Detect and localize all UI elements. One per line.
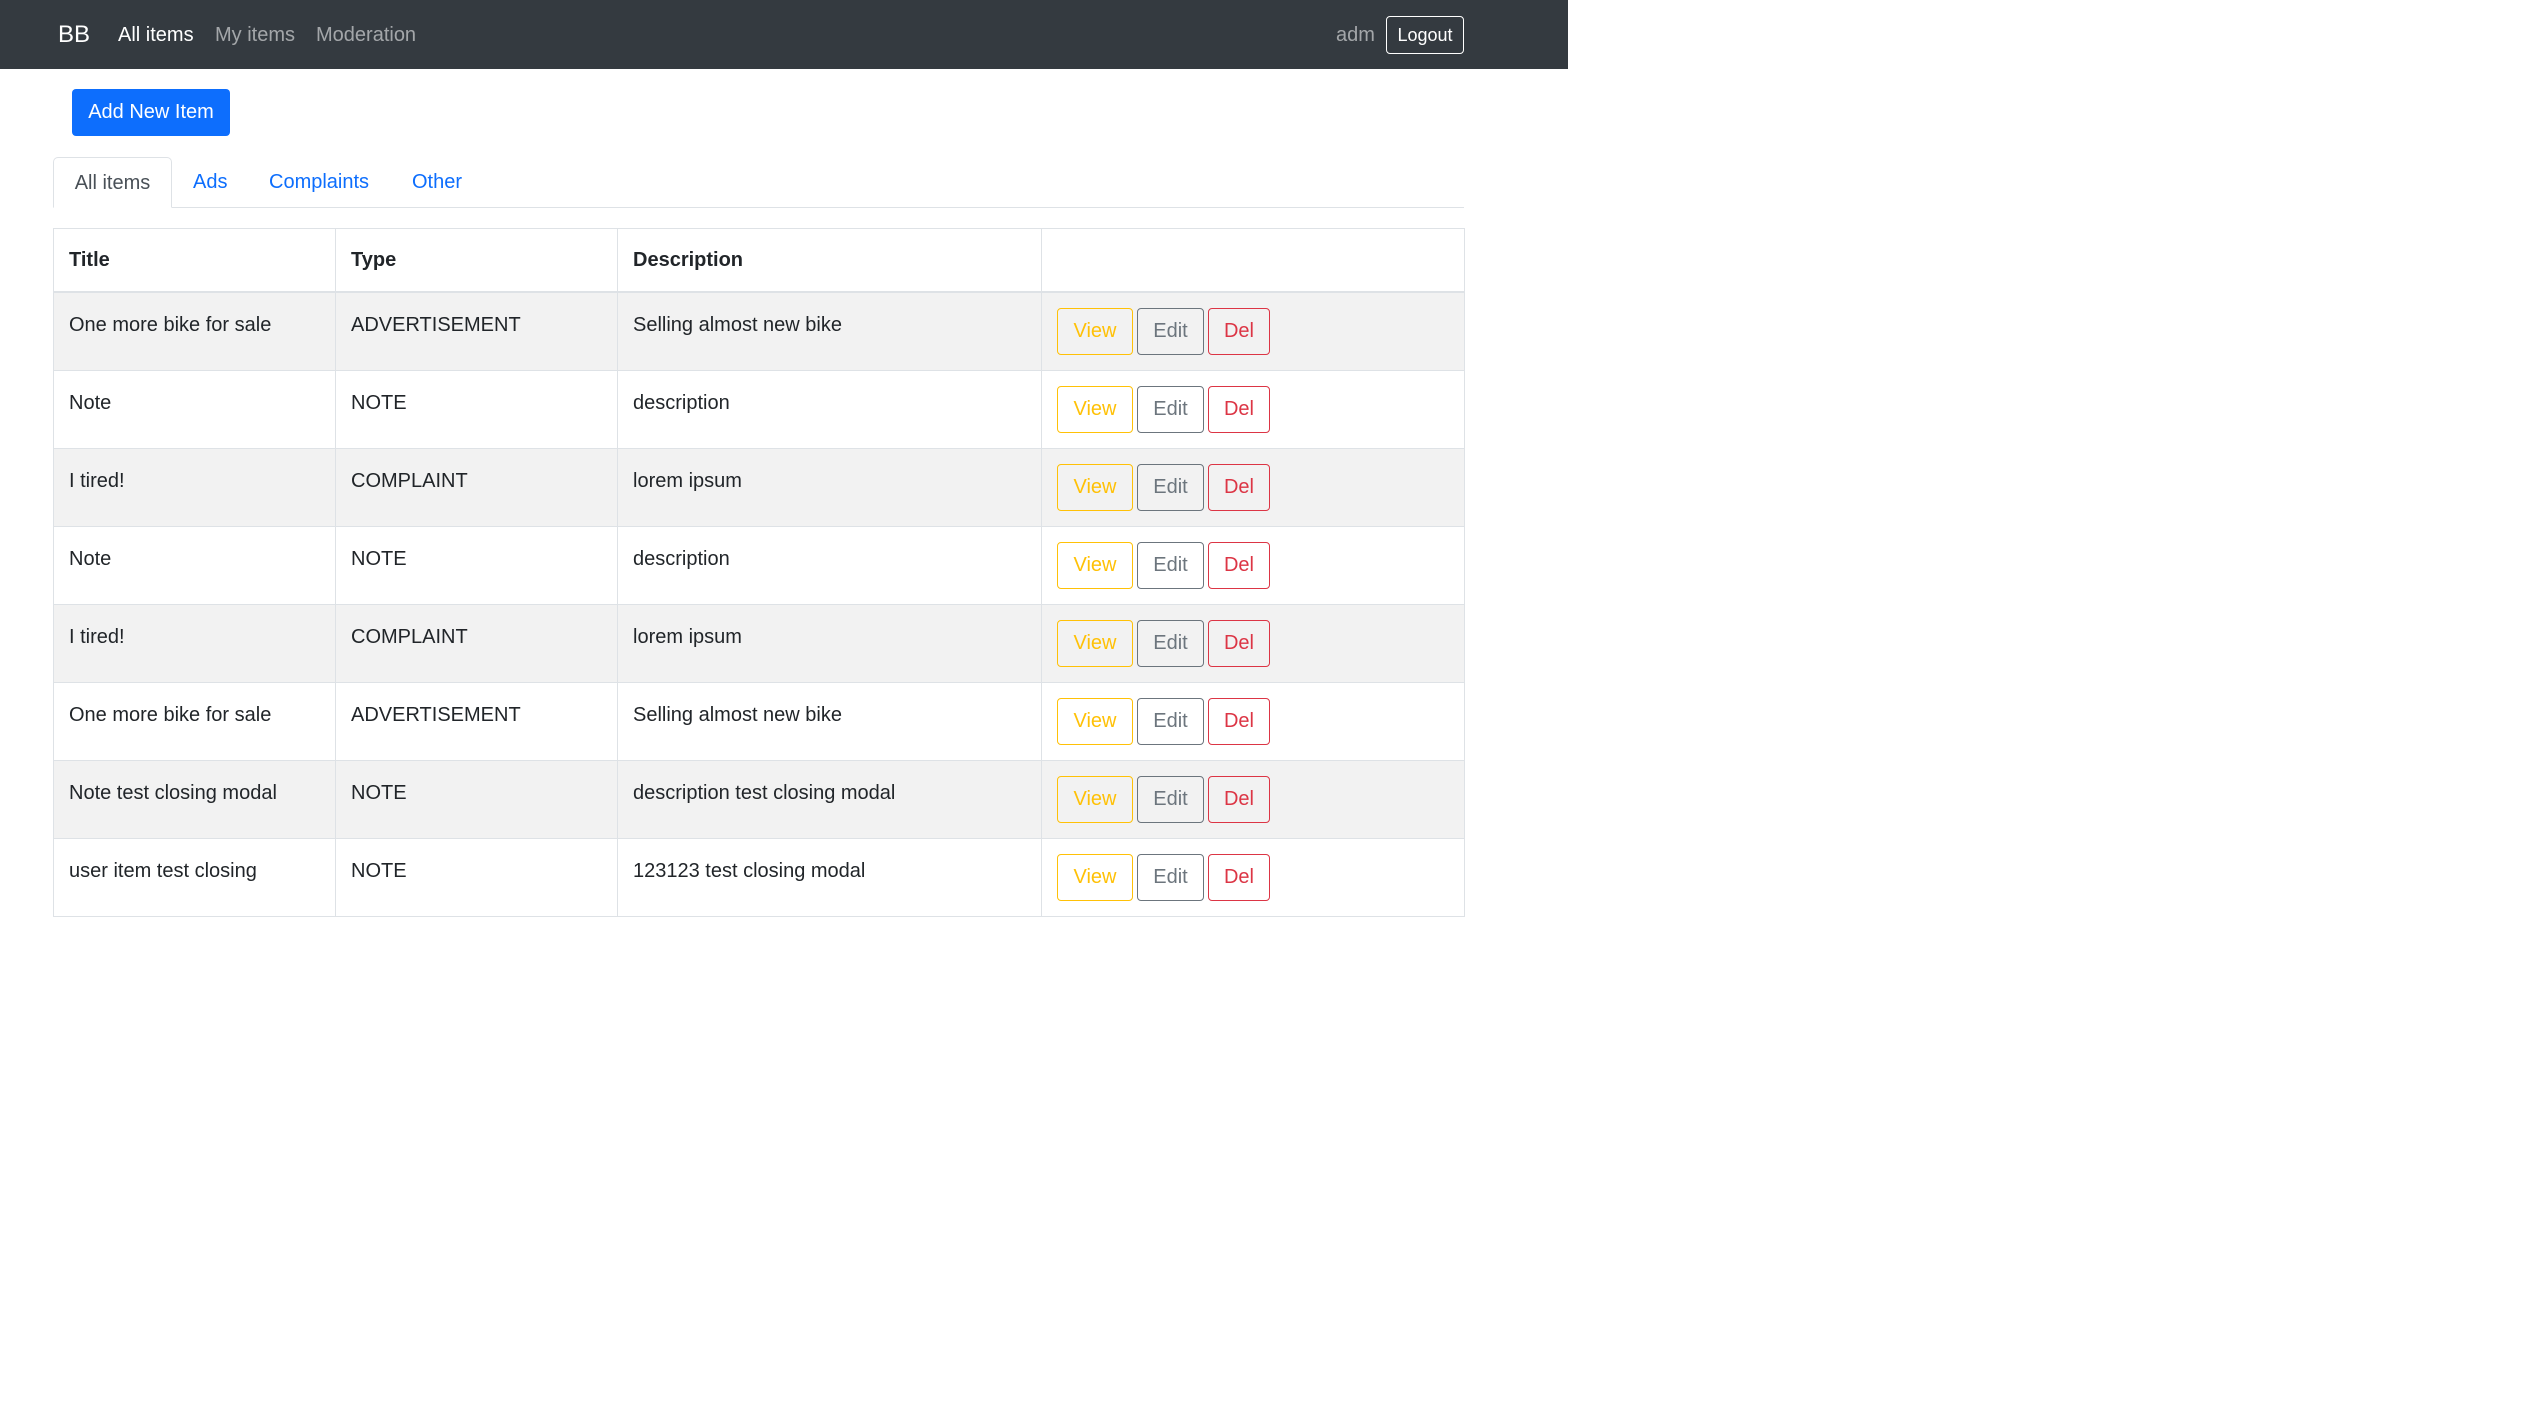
cell-type: NOTE bbox=[335, 759, 618, 839]
cell-actions: View Edit Del bbox=[1041, 369, 1465, 449]
cell-description: 123123 test closing modal bbox=[617, 837, 1042, 917]
cell-title: Note test closing modal bbox=[53, 759, 336, 839]
cell-title: user item test closing bbox=[53, 837, 336, 917]
cell-actions: View Edit Del bbox=[1041, 525, 1465, 605]
cell-actions: View Edit Del bbox=[1041, 681, 1465, 761]
view-button[interactable]: View bbox=[1057, 775, 1133, 823]
delete-button[interactable]: Del bbox=[1208, 463, 1270, 511]
table-row: I tired! COMPLAINT lorem ipsum View Edit Del bbox=[53, 447, 1465, 527]
column-header-type: Type bbox=[335, 228, 618, 293]
view-button[interactable]: View bbox=[1057, 541, 1133, 589]
tab-complaints[interactable]: Complaints bbox=[269, 157, 369, 207]
view-button[interactable]: View bbox=[1057, 385, 1133, 433]
table-row: user item test closing NOTE 123123 test cl… bbox=[53, 837, 1465, 917]
cell-description: description test closing modal bbox=[617, 759, 1042, 839]
table-row: One more bike for sale ADVERTISEMENT Selli… bbox=[53, 291, 1465, 371]
nav-link-all-items[interactable]: All items bbox=[118, 22, 194, 48]
table-row: One more bike for sale ADVERTISEMENT Selli… bbox=[53, 681, 1465, 761]
edit-button[interactable]: Edit bbox=[1137, 853, 1204, 901]
cell-actions: View Edit Del bbox=[1041, 447, 1465, 527]
items-table: Title Type Description One more bike for… bbox=[53, 228, 1465, 917]
tab-other[interactable]: Other bbox=[412, 157, 462, 207]
cell-title: I tired! bbox=[53, 603, 336, 683]
tab-ads[interactable]: Ads bbox=[193, 157, 227, 207]
tabs-divider bbox=[53, 207, 1464, 208]
table-header-row: Title Type Description bbox=[53, 228, 1465, 293]
cell-description: lorem ipsum bbox=[617, 603, 1042, 683]
cell-type: COMPLAINT bbox=[335, 447, 618, 527]
cell-actions: View Edit Del bbox=[1041, 291, 1465, 371]
add-new-item-button[interactable]: Add New Item bbox=[72, 89, 230, 136]
delete-button[interactable]: Del bbox=[1208, 775, 1270, 823]
edit-button[interactable]: Edit bbox=[1137, 619, 1204, 667]
view-button[interactable]: View bbox=[1057, 697, 1133, 745]
edit-button[interactable]: Edit bbox=[1137, 463, 1204, 511]
edit-button[interactable]: Edit bbox=[1137, 308, 1204, 355]
cell-type: ADVERTISEMENT bbox=[335, 291, 618, 371]
cell-title: One more bike for sale bbox=[53, 291, 336, 371]
delete-button[interactable]: Del bbox=[1208, 853, 1270, 901]
cell-title: I tired! bbox=[53, 447, 336, 527]
nav-link-moderation[interactable]: Moderation bbox=[316, 22, 416, 48]
view-button[interactable]: View bbox=[1057, 463, 1133, 511]
cell-title: Note bbox=[53, 525, 336, 605]
cell-type: NOTE bbox=[335, 369, 618, 449]
table-row: Note test closing modal NOTE description t… bbox=[53, 759, 1465, 839]
column-header-title: Title bbox=[53, 228, 336, 293]
cell-actions: View Edit Del bbox=[1041, 837, 1465, 917]
logout-button[interactable]: Logout bbox=[1386, 16, 1464, 54]
cell-description: lorem ipsum bbox=[617, 447, 1042, 527]
brand-logo[interactable]: BB bbox=[58, 19, 90, 51]
edit-button[interactable]: Edit bbox=[1137, 775, 1204, 823]
tab-all-items[interactable]: All items bbox=[53, 157, 172, 208]
cell-description: description bbox=[617, 369, 1042, 449]
cell-description: Selling almost new bike bbox=[617, 681, 1042, 761]
table-row: Note NOTE description View Edit Del bbox=[53, 525, 1465, 605]
edit-button[interactable]: Edit bbox=[1137, 385, 1204, 433]
delete-button[interactable]: Del bbox=[1208, 619, 1270, 667]
cell-type: NOTE bbox=[335, 525, 618, 605]
current-user-name: adm bbox=[1336, 24, 1375, 46]
delete-button[interactable]: Del bbox=[1208, 308, 1270, 355]
edit-button[interactable]: Edit bbox=[1137, 697, 1204, 745]
delete-button[interactable]: Del bbox=[1208, 541, 1270, 589]
cell-title: One more bike for sale bbox=[53, 681, 336, 761]
view-button[interactable]: View bbox=[1057, 619, 1133, 667]
cell-description: description bbox=[617, 525, 1042, 605]
nav-link-my-items[interactable]: My items bbox=[215, 22, 295, 48]
edit-button[interactable]: Edit bbox=[1137, 541, 1204, 589]
cell-actions: View Edit Del bbox=[1041, 603, 1465, 683]
cell-type: COMPLAINT bbox=[335, 603, 618, 683]
cell-type: ADVERTISEMENT bbox=[335, 681, 618, 761]
table-row: Note NOTE description View Edit Del bbox=[53, 369, 1465, 449]
view-button[interactable]: View bbox=[1057, 853, 1133, 901]
cell-type: NOTE bbox=[335, 837, 618, 917]
table-row: I tired! COMPLAINT lorem ipsum View Edit Del bbox=[53, 603, 1465, 683]
view-button[interactable]: View bbox=[1057, 308, 1133, 355]
delete-button[interactable]: Del bbox=[1208, 385, 1270, 433]
top-navbar: BB All items My items Moderation adm Log… bbox=[0, 0, 1568, 69]
column-header-description: Description bbox=[617, 228, 1042, 293]
cell-description: Selling almost new bike bbox=[617, 291, 1042, 371]
delete-button[interactable]: Del bbox=[1208, 697, 1270, 745]
cell-actions: View Edit Del bbox=[1041, 759, 1465, 839]
cell-title: Note bbox=[53, 369, 336, 449]
column-header-actions bbox=[1041, 228, 1465, 293]
